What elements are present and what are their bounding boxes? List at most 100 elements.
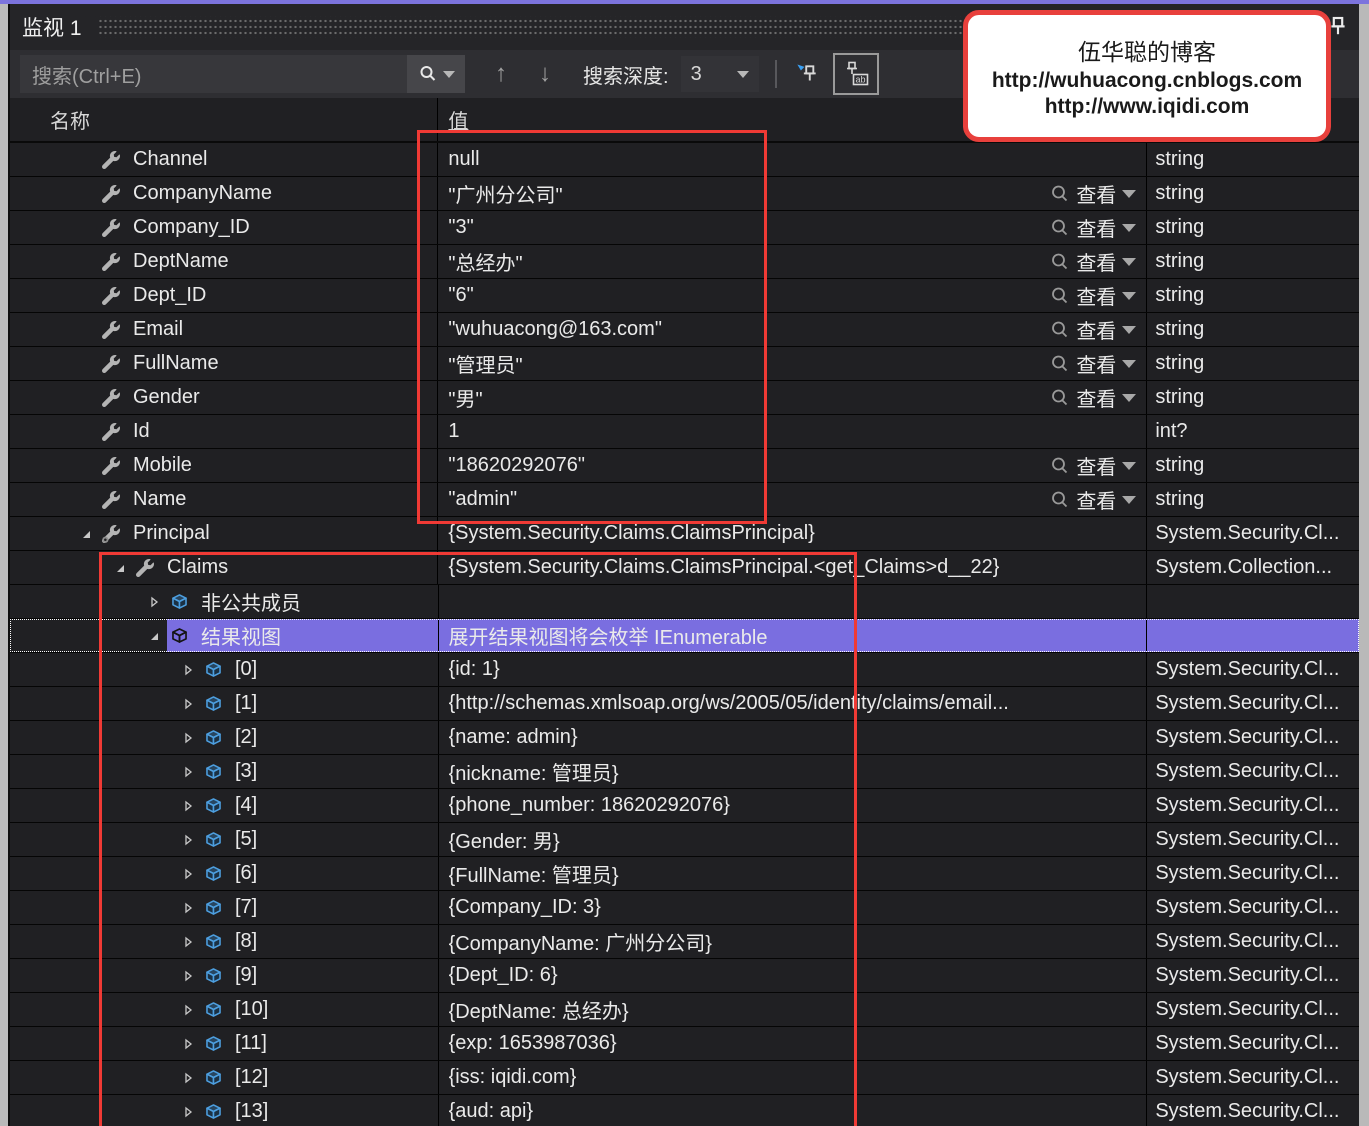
table-row[interactable]: 结果视图 展开结果视图将会枚举 IEnumerable <box>10 619 1359 653</box>
table-row[interactable]: [10] {DeptName: 总经办} System.Security.Cl.… <box>10 993 1359 1027</box>
view-button[interactable]: 查看 <box>1046 347 1140 380</box>
table-row[interactable]: [0] {id: 1} System.Security.Cl... <box>10 653 1359 687</box>
value-cell[interactable] <box>439 585 1148 618</box>
expand-icon[interactable] <box>175 969 201 983</box>
value-cell[interactable]: 展开结果视图将会枚举 IEnumerable <box>438 619 1148 652</box>
expand-icon[interactable] <box>175 799 201 813</box>
expand-icon[interactable] <box>175 833 201 847</box>
table-row[interactable]: [1] {http://schemas.xmlsoap.org/ws/2005/… <box>10 687 1359 721</box>
table-row[interactable]: Claims {System.Security.Claims.ClaimsPri… <box>10 551 1359 585</box>
expand-icon[interactable] <box>175 1003 201 1017</box>
value-cell[interactable]: {http://schemas.xmlsoap.org/ws/2005/05/i… <box>439 687 1148 720</box>
table-row[interactable]: [3] {nickname: 管理员} System.Security.Cl..… <box>10 755 1359 789</box>
value-cell[interactable]: {nickname: 管理员} <box>439 755 1148 788</box>
value-cell[interactable]: {iss: iqidi.com} <box>439 1061 1148 1094</box>
table-row[interactable]: [9] {Dept_ID: 6} System.Security.Cl... <box>10 959 1359 993</box>
table-row[interactable]: [12] {iss: iqidi.com} System.Security.Cl… <box>10 1061 1359 1095</box>
expand-icon[interactable] <box>175 1037 201 1051</box>
expand-icon[interactable] <box>175 697 201 711</box>
table-row[interactable]: [13] {aud: api} System.Security.Cl... <box>10 1095 1359 1126</box>
view-button[interactable]: 查看 <box>1046 211 1140 244</box>
table-row[interactable]: [4] {phone_number: 18620292076} System.S… <box>10 789 1359 823</box>
value-cell[interactable]: "男" 查看 <box>438 381 1148 414</box>
value-cell[interactable]: "管理员" 查看 <box>438 347 1148 380</box>
table-row[interactable]: Channel null string <box>10 143 1359 177</box>
table-row[interactable]: Company_ID "3" 查看 string <box>10 211 1359 245</box>
view-button-label: 查看 <box>1076 253 1117 275</box>
table-row[interactable]: CompanyName "广州分公司" 查看 string <box>10 177 1359 211</box>
value-cell[interactable]: {exp: 1653987036} <box>439 1027 1148 1060</box>
wrench-icon <box>99 320 123 339</box>
table-row[interactable]: [5] {Gender: 男} System.Security.Cl... <box>10 823 1359 857</box>
expand-icon[interactable] <box>175 867 201 881</box>
expand-icon[interactable] <box>175 765 201 779</box>
row-type <box>1147 619 1359 652</box>
column-header-name[interactable]: 名称 <box>10 98 439 141</box>
expand-icon[interactable] <box>175 731 201 745</box>
value-cell[interactable]: {aud: api} <box>439 1095 1148 1126</box>
expand-icon[interactable] <box>175 1071 201 1085</box>
search-depth-dropdown[interactable]: 3 <box>680 56 759 92</box>
collapse-icon[interactable] <box>107 561 133 575</box>
value-cell[interactable]: "18620292076" 查看 <box>438 449 1148 482</box>
search-next-button[interactable]: ↓ <box>523 54 567 94</box>
view-button[interactable]: 查看 <box>1046 483 1140 516</box>
table-row[interactable]: Name "admin" 查看 string <box>10 483 1359 517</box>
row-name-label: [13] <box>235 1100 269 1122</box>
expand-icon[interactable] <box>175 901 201 915</box>
table-row[interactable]: Email "wuhuacong@163.com" 查看 string <box>10 313 1359 347</box>
table-row[interactable]: [6] {FullName: 管理员} System.Security.Cl..… <box>10 857 1359 891</box>
expand-icon[interactable] <box>141 595 167 609</box>
value-cell[interactable]: {CompanyName: 广州分公司} <box>439 925 1148 958</box>
collapse-icon[interactable] <box>73 527 99 541</box>
table-row[interactable]: Dept_ID "6" 查看 string <box>10 279 1359 313</box>
view-button[interactable]: 查看 <box>1046 381 1140 414</box>
table-row[interactable]: [2] {name: admin} System.Security.Cl... <box>10 721 1359 755</box>
value-cell[interactable]: "3" 查看 <box>438 211 1148 244</box>
pin-value-button[interactable] <box>789 54 827 94</box>
table-row[interactable]: Id 1 int? <box>10 415 1359 449</box>
expand-icon[interactable] <box>175 663 201 677</box>
value-cell[interactable]: 1 <box>438 415 1148 448</box>
name-cell: Dept_ID <box>10 279 439 312</box>
table-row[interactable]: [7] {Company_ID: 3} System.Security.Cl..… <box>10 891 1359 925</box>
table-row[interactable]: [8] {CompanyName: 广州分公司} System.Security… <box>10 925 1359 959</box>
search-previous-button[interactable]: ↑ <box>479 54 523 94</box>
view-button[interactable]: 查看 <box>1046 245 1140 278</box>
pin-to-source-button[interactable]: ab <box>832 53 879 95</box>
expand-icon[interactable] <box>175 1105 201 1119</box>
table-row[interactable]: Gender "男" 查看 string <box>10 381 1359 415</box>
value-cell[interactable]: {Dept_ID: 6} <box>439 959 1148 992</box>
value-cell[interactable]: {phone_number: 18620292076} <box>439 789 1148 822</box>
value-cell[interactable]: "6" 查看 <box>438 279 1148 312</box>
table-row[interactable]: 非公共成员 <box>10 585 1359 619</box>
value-cell[interactable]: {System.Security.Claims.ClaimsPrincipal} <box>438 517 1148 550</box>
view-button[interactable]: 查看 <box>1046 279 1140 312</box>
view-button[interactable]: 查看 <box>1046 449 1140 482</box>
value-cell[interactable]: {id: 1} <box>439 653 1148 686</box>
value-cell[interactable]: {System.Security.Claims.ClaimsPrincipal.… <box>438 551 1148 584</box>
value-cell[interactable]: {DeptName: 总经办} <box>439 993 1148 1026</box>
table-row[interactable]: FullName "管理员" 查看 string <box>10 347 1359 381</box>
value-cell[interactable]: "wuhuacong@163.com" 查看 <box>438 313 1148 346</box>
table-row[interactable]: [11] {exp: 1653987036} System.Security.C… <box>10 1027 1359 1061</box>
search-input[interactable]: 搜索(Ctrl+E) <box>20 55 465 93</box>
table-row[interactable]: Principal {System.Security.Claims.Claims… <box>10 517 1359 551</box>
value-cell[interactable]: "广州分公司" 查看 <box>438 177 1148 210</box>
value-cell[interactable]: null <box>438 143 1148 176</box>
value-cell[interactable]: {FullName: 管理员} <box>439 857 1148 890</box>
row-value: {Dept_ID: 6} <box>448 964 558 986</box>
table-row[interactable]: DeptName "总经办" 查看 string <box>10 245 1359 279</box>
view-button[interactable]: 查看 <box>1046 177 1140 210</box>
view-button[interactable]: 查看 <box>1046 313 1140 346</box>
table-row[interactable]: Mobile "18620292076" 查看 string <box>10 449 1359 483</box>
value-cell[interactable]: {Company_ID: 3} <box>439 891 1148 924</box>
value-cell[interactable]: {name: admin} <box>439 721 1148 754</box>
expand-icon[interactable] <box>175 935 201 949</box>
search-options-button[interactable] <box>407 55 465 93</box>
name-cell: [9] <box>10 959 439 992</box>
value-cell[interactable]: "总经办" 查看 <box>438 245 1148 278</box>
value-cell[interactable]: "admin" 查看 <box>438 483 1148 516</box>
value-cell[interactable]: {Gender: 男} <box>439 823 1148 856</box>
collapse-icon[interactable] <box>141 629 167 643</box>
